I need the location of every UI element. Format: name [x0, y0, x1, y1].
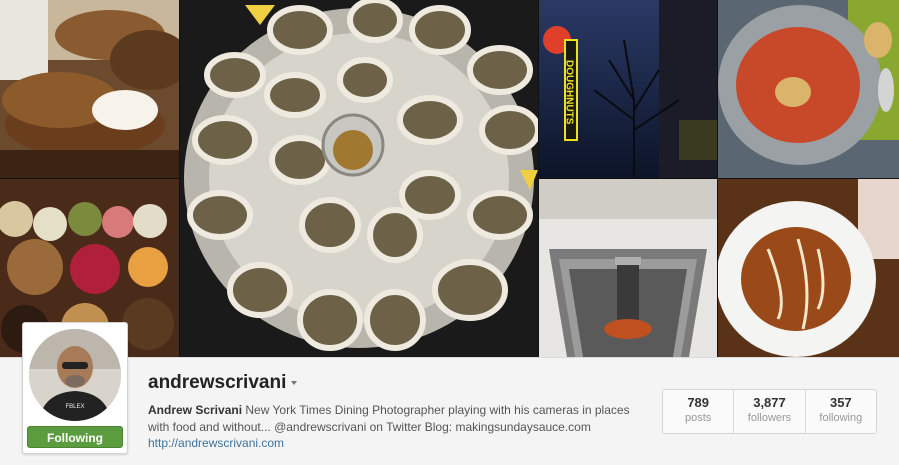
cookies-image [0, 0, 179, 178]
profile-photo-mosaic: DOUGHNUTS [0, 0, 899, 357]
oysters-image [180, 0, 538, 357]
avatar[interactable]: FBLEX [29, 329, 121, 421]
soup-bowl-image [718, 179, 899, 357]
doughnuts-sign-text: DOUGHNUTS [564, 60, 575, 125]
doughnuts-sign-image: DOUGHNUTS [539, 0, 717, 178]
following-label: following [819, 412, 863, 424]
photo-tile-moka-pot[interactable] [539, 179, 717, 357]
photo-tile-tomato-soup[interactable] [718, 0, 899, 178]
photo-tile-cookies[interactable] [0, 0, 179, 178]
website-link[interactable]: http://andrewscrivani.com [148, 436, 284, 450]
avatar-card: FBLEX Following [22, 322, 128, 454]
followers-count: 3,877 [753, 395, 786, 410]
following-count: 357 [829, 395, 852, 410]
following-button[interactable]: Following [27, 426, 123, 448]
avatar-photo: FBLEX [29, 329, 121, 421]
posts-label: posts [685, 412, 712, 424]
bio-full-name: Andrew Scrivani [148, 403, 243, 417]
options-dropdown-caret-icon[interactable] [291, 381, 297, 385]
stat-posts[interactable]: 789 posts [663, 390, 735, 433]
photo-tile-oysters[interactable] [180, 0, 538, 357]
moka-pot-image [539, 179, 717, 357]
profile-stats: 789 posts 3,877 followers 357 following [662, 389, 877, 434]
profile-username: andrewscrivani [148, 372, 287, 393]
photo-tile-soup-bowl[interactable] [718, 179, 899, 357]
posts-count: 789 [687, 395, 710, 410]
followers-label: followers [747, 412, 792, 424]
tomato-soup-image [718, 0, 899, 178]
stat-followers[interactable]: 3,877 followers [734, 390, 806, 433]
profile-bio: Andrew Scrivani New York Times Dining Ph… [148, 402, 648, 436]
photo-tile-doughnuts-sign[interactable]: DOUGHNUTS [539, 0, 717, 178]
avatar-shirt-text: FBLEX [65, 404, 84, 410]
stat-following[interactable]: 357 following [806, 390, 876, 433]
